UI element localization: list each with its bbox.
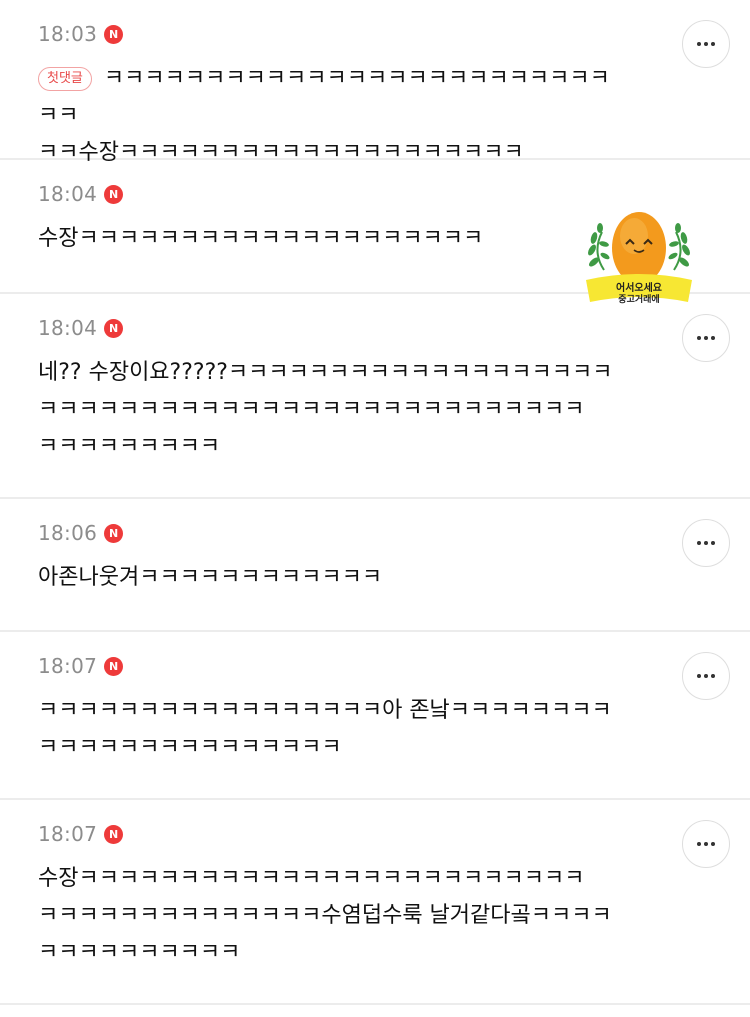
more-options-button[interactable] — [682, 519, 730, 567]
comment-list: 18:03 N 첫댓글 ㅋㅋㅋㅋㅋㅋㅋㅋㅋㅋㅋㅋㅋㅋㅋㅋㅋㅋㅋㅋㅋㅋㅋㅋㅋㅋㅋ ㅋ… — [0, 0, 750, 1005]
new-badge: N — [104, 184, 124, 204]
comment-item: 18:03 N 첫댓글 ㅋㅋㅋㅋㅋㅋㅋㅋㅋㅋㅋㅋㅋㅋㅋㅋㅋㅋㅋㅋㅋㅋㅋㅋㅋㅋㅋ ㅋ… — [0, 0, 750, 165]
new-badge: N — [104, 656, 124, 676]
comment-meta: 18:07 N — [38, 822, 630, 846]
comment-meta: 18:04 N — [38, 316, 630, 340]
new-badge: N — [104, 24, 124, 44]
more-options-button[interactable] — [682, 314, 730, 362]
comment-item: 18:07 N ㅋㅋㅋㅋㅋㅋㅋㅋㅋㅋㅋㅋㅋㅋㅋㅋㅋ아 존낰ㅋㅋㅋㅋㅋㅋㅋㅋ ㅋㅋ… — [0, 632, 750, 800]
comment-item: 18:07 N 수장ㅋㅋㅋㅋㅋㅋㅋㅋㅋㅋㅋㅋㅋㅋㅋㅋㅋㅋㅋㅋㅋㅋㅋㅋㅋ ㅋㅋㅋㅋ… — [0, 800, 750, 1005]
comment-body: 수장ㅋㅋㅋㅋㅋㅋㅋㅋㅋㅋㅋㅋㅋㅋㅋㅋㅋㅋㅋㅋㅋㅋㅋㅋㅋ ㅋㅋㅋㅋㅋㅋㅋㅋㅋㅋㅋㅋ… — [38, 860, 630, 971]
comment-time: 18:07 — [38, 654, 98, 678]
comment-body: 네?? 수장이요?????ㅋㅋㅋㅋㅋㅋㅋㅋㅋㅋㅋㅋㅋㅋㅋㅋㅋㅋㅋ ㅋㅋㅋㅋㅋㅋㅋ… — [38, 354, 630, 465]
more-options-button[interactable] — [682, 652, 730, 700]
comment-text: 수장ㅋㅋㅋㅋㅋㅋㅋㅋㅋㅋㅋㅋㅋㅋㅋㅋㅋㅋㅋㅋㅋㅋㅋㅋㅋ ㅋㅋㅋㅋㅋㅋㅋㅋㅋㅋㅋㅋ… — [38, 866, 612, 965]
comment-text: 네?? 수장이요?????ㅋㅋㅋㅋㅋㅋㅋㅋㅋㅋㅋㅋㅋㅋㅋㅋㅋㅋㅋ ㅋㅋㅋㅋㅋㅋㅋ… — [38, 360, 613, 459]
comment-item: 18:06 N 아존나웃겨ㅋㅋㅋㅋㅋㅋㅋㅋㅋㅋㅋㅋ — [0, 499, 750, 632]
first-comment-badge: 첫댓글 — [38, 67, 92, 91]
more-dots-icon — [697, 674, 715, 678]
more-options-button[interactable] — [682, 20, 730, 68]
sticker-line1: 어서오세요 — [616, 281, 662, 294]
comment-time: 18:07 — [38, 822, 98, 846]
new-badge: N — [104, 824, 124, 844]
comment-meta: 18:06 N — [38, 521, 630, 545]
comment-time: 18:04 — [38, 182, 98, 206]
comment-text: 수장ㅋㅋㅋㅋㅋㅋㅋㅋㅋㅋㅋㅋㅋㅋㅋㅋㅋㅋㅋㅋ — [38, 226, 484, 251]
comment-item: 18:04 N 수장ㅋㅋㅋㅋㅋㅋㅋㅋㅋㅋㅋㅋㅋㅋㅋㅋㅋㅋㅋㅋ 어서오세요 중고거… — [0, 160, 750, 305]
comment-body: 첫댓글 ㅋㅋㅋㅋㅋㅋㅋㅋㅋㅋㅋㅋㅋㅋㅋㅋㅋㅋㅋㅋㅋㅋㅋㅋㅋㅋㅋ ㅋㅋ수장ㅋㅋㅋㅋㅋ… — [38, 60, 630, 171]
more-dots-icon — [697, 842, 715, 846]
comment-item: 18:04 N 네?? 수장이요?????ㅋㅋㅋㅋㅋㅋㅋㅋㅋㅋㅋㅋㅋㅋㅋㅋㅋㅋㅋ… — [0, 294, 750, 499]
more-dots-icon — [697, 336, 715, 340]
new-badge: N — [104, 318, 124, 338]
comment-time: 18:04 — [38, 316, 98, 340]
more-options-button[interactable] — [682, 820, 730, 868]
comment-text: ㅋㅋㅋㅋㅋㅋㅋㅋㅋㅋㅋㅋㅋㅋㅋㅋㅋㅋㅋㅋㅋㅋㅋㅋㅋㅋㅋ ㅋㅋ수장ㅋㅋㅋㅋㅋㅋㅋㅋ… — [38, 66, 610, 165]
comment-meta: 18:04 N — [38, 182, 630, 206]
comment-body: 수장ㅋㅋㅋㅋㅋㅋㅋㅋㅋㅋㅋㅋㅋㅋㅋㅋㅋㅋㅋㅋ — [38, 220, 630, 257]
comment-time: 18:03 — [38, 22, 98, 46]
comment-time: 18:06 — [38, 521, 98, 545]
comment-body: ㅋㅋㅋㅋㅋㅋㅋㅋㅋㅋㅋㅋㅋㅋㅋㅋㅋ아 존낰ㅋㅋㅋㅋㅋㅋㅋㅋ ㅋㅋㅋㅋㅋㅋㅋㅋㅋㅋ… — [38, 692, 630, 766]
comment-meta: 18:07 N — [38, 654, 630, 678]
comment-text: ㅋㅋㅋㅋㅋㅋㅋㅋㅋㅋㅋㅋㅋㅋㅋㅋㅋ아 존낰ㅋㅋㅋㅋㅋㅋㅋㅋ ㅋㅋㅋㅋㅋㅋㅋㅋㅋㅋ… — [38, 698, 612, 760]
comment-text: 아존나웃겨ㅋㅋㅋㅋㅋㅋㅋㅋㅋㅋㅋㅋ — [38, 565, 383, 590]
comment-meta: 18:03 N — [38, 22, 630, 46]
more-dots-icon — [697, 541, 715, 545]
new-badge: N — [104, 523, 124, 543]
more-dots-icon — [697, 42, 715, 46]
comment-body: 아존나웃겨ㅋㅋㅋㅋㅋㅋㅋㅋㅋㅋㅋㅋ — [38, 559, 630, 596]
